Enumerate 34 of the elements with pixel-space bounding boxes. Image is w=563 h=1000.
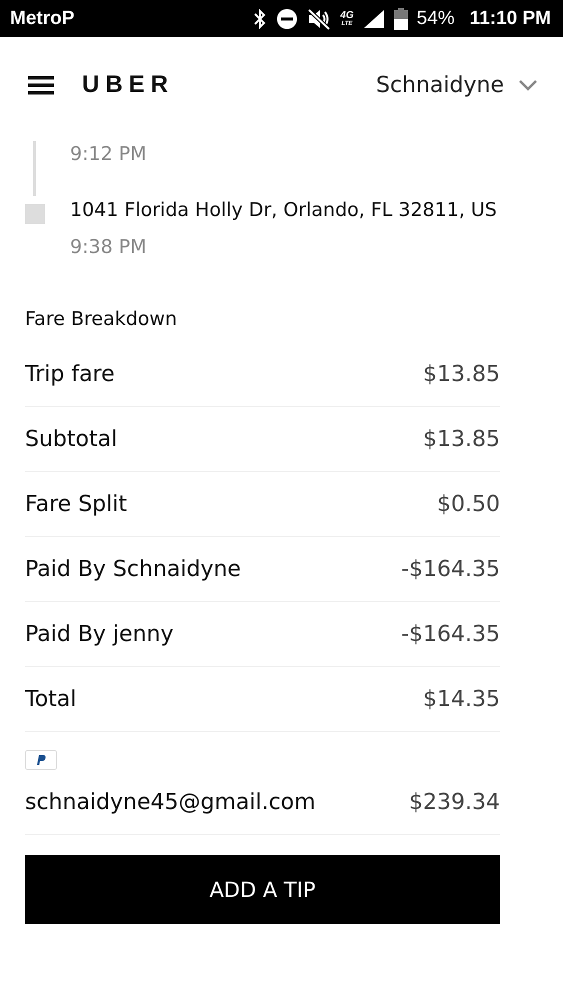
fare-label: Paid By jenny bbox=[25, 622, 174, 646]
dropoff-address: 1041 Florida Holly Dr, Orlando, FL 32811, US bbox=[70, 199, 497, 223]
payment-amount: $239.34 bbox=[409, 790, 500, 814]
mute-icon bbox=[307, 8, 332, 30]
fare-label: Subtotal bbox=[25, 426, 118, 452]
signal-icon bbox=[362, 8, 385, 28]
fare-label: Paid By Schnaidyne bbox=[25, 556, 241, 582]
fare-amount: $14.35 bbox=[423, 686, 500, 712]
battery-icon bbox=[394, 8, 408, 30]
route-line bbox=[33, 141, 36, 196]
pickup-time: 9:12 PM bbox=[70, 142, 148, 167]
bluetooth-icon bbox=[253, 8, 268, 28]
carrier-name: MetroP bbox=[10, 8, 74, 30]
fare-label: Trip fare bbox=[25, 362, 115, 386]
battery-level: 54% bbox=[416, 8, 455, 30]
account-dropdown[interactable]: Schnaidyne bbox=[376, 72, 538, 98]
dropoff-time: 9:38 PM bbox=[70, 236, 148, 258]
dropoff-marker bbox=[25, 204, 45, 224]
chevron-icon bbox=[518, 79, 538, 91]
clock-time: 11:10 PM bbox=[470, 8, 551, 30]
fare-amount: -$164.35 bbox=[401, 556, 500, 582]
fare-amount: $0.50 bbox=[437, 492, 500, 516]
menu-icon[interactable] bbox=[28, 75, 54, 95]
fare-label: Total bbox=[25, 686, 76, 712]
payment-account: schnaidyne45@gmail.com bbox=[25, 790, 316, 814]
logo: UBER bbox=[82, 71, 174, 99]
do-not-disturb-icon bbox=[276, 8, 298, 30]
payment-icon bbox=[25, 750, 57, 770]
fare-label: Fare Split bbox=[25, 492, 127, 516]
fare-amount: $13.85 bbox=[423, 426, 500, 452]
add-tip-button[interactable]: ADD A TIP bbox=[25, 855, 500, 924]
fare-amount: $13.85 bbox=[423, 362, 500, 386]
fare-amount: -$164.35 bbox=[401, 622, 500, 646]
section-title: Fare Breakdown bbox=[24, 307, 178, 332]
